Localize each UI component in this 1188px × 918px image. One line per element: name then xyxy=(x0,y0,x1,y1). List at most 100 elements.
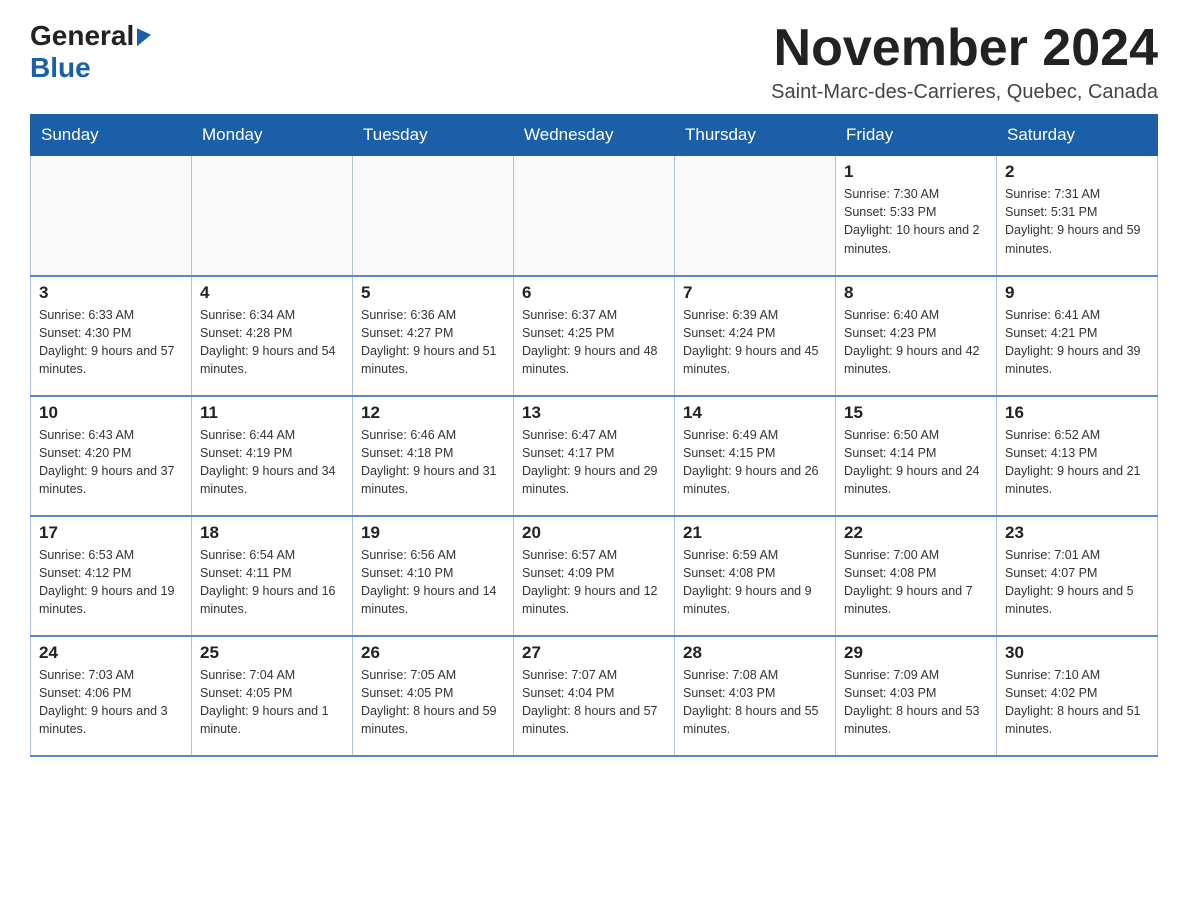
day-info: Sunrise: 6:56 AMSunset: 4:10 PMDaylight:… xyxy=(361,546,505,619)
day-info: Sunrise: 6:57 AMSunset: 4:09 PMDaylight:… xyxy=(522,546,666,619)
calendar-cell: 20Sunrise: 6:57 AMSunset: 4:09 PMDayligh… xyxy=(514,516,675,636)
day-info: Sunrise: 6:33 AMSunset: 4:30 PMDaylight:… xyxy=(39,306,183,379)
calendar-cell xyxy=(353,156,514,276)
day-info: Sunrise: 6:36 AMSunset: 4:27 PMDaylight:… xyxy=(361,306,505,379)
subtitle: Saint-Marc-des-Carrieres, Quebec, Canada xyxy=(771,81,1158,104)
day-number: 22 xyxy=(844,523,988,543)
weekday-header-thursday: Thursday xyxy=(675,115,836,156)
day-info: Sunrise: 6:41 AMSunset: 4:21 PMDaylight:… xyxy=(1005,306,1149,379)
day-info: Sunrise: 7:08 AMSunset: 4:03 PMDaylight:… xyxy=(683,666,827,739)
day-number: 18 xyxy=(200,523,344,543)
calendar-cell xyxy=(675,156,836,276)
calendar-cell: 22 Sunrise: 7:00 AMSunset: 4:08 PMDayligh… xyxy=(836,516,997,636)
day-number: 8 xyxy=(844,283,988,303)
day-number: 29 xyxy=(844,643,988,663)
day-number: 21 xyxy=(683,523,827,543)
calendar-cell: 28 Sunrise: 7:08 AMSunset: 4:03 PMDayligh… xyxy=(675,636,836,756)
day-info: Sunrise: 7:00 AMSunset: 4:08 PMDaylight:… xyxy=(844,546,988,619)
calendar-cell xyxy=(514,156,675,276)
title-block: November 2024 Saint-Marc-des-Carrieres, … xyxy=(771,20,1158,104)
calendar-cell: 9 Sunrise: 6:41 AMSunset: 4:21 PMDaylight… xyxy=(997,276,1158,396)
day-number: 13 xyxy=(522,403,666,423)
calendar-cell: 13 Sunrise: 6:47 AMSunset: 4:17 PMDayligh… xyxy=(514,396,675,516)
day-number: 10 xyxy=(39,403,183,423)
day-info: Sunrise: 7:10 AMSunset: 4:02 PMDaylight:… xyxy=(1005,666,1149,739)
calendar-cell: 6 Sunrise: 6:37 AMSunset: 4:25 PMDaylight… xyxy=(514,276,675,396)
calendar-cell: 4 Sunrise: 6:34 AMSunset: 4:28 PMDaylight… xyxy=(192,276,353,396)
day-number: 9 xyxy=(1005,283,1149,303)
logo: General Blue xyxy=(30,20,151,84)
calendar-cell: 3Sunrise: 6:33 AMSunset: 4:30 PMDaylight… xyxy=(31,276,192,396)
day-info: Sunrise: 6:49 AMSunset: 4:15 PMDaylight:… xyxy=(683,426,827,499)
calendar-cell: 23Sunrise: 7:01 AMSunset: 4:07 PMDayligh… xyxy=(997,516,1158,636)
day-info: Sunrise: 6:40 AMSunset: 4:23 PMDaylight:… xyxy=(844,306,988,379)
day-number: 6 xyxy=(522,283,666,303)
day-info: Sunrise: 7:04 AMSunset: 4:05 PMDaylight:… xyxy=(200,666,344,739)
day-info: Sunrise: 6:59 AMSunset: 4:08 PMDaylight:… xyxy=(683,546,827,619)
calendar-cell: 2 Sunrise: 7:31 AMSunset: 5:31 PMDaylight… xyxy=(997,156,1158,276)
day-number: 17 xyxy=(39,523,183,543)
day-info: Sunrise: 7:09 AMSunset: 4:03 PMDaylight:… xyxy=(844,666,988,739)
weekday-header-wednesday: Wednesday xyxy=(514,115,675,156)
day-number: 27 xyxy=(522,643,666,663)
day-info: Sunrise: 6:47 AMSunset: 4:17 PMDaylight:… xyxy=(522,426,666,499)
calendar-cell: 26 Sunrise: 7:05 AMSunset: 4:05 PMDayligh… xyxy=(353,636,514,756)
day-info: Sunrise: 6:39 AMSunset: 4:24 PMDaylight:… xyxy=(683,306,827,379)
calendar-cell: 25 Sunrise: 7:04 AMSunset: 4:05 PMDayligh… xyxy=(192,636,353,756)
weekday-header-friday: Friday xyxy=(836,115,997,156)
calendar-cell: 10 Sunrise: 6:43 AMSunset: 4:20 PMDayligh… xyxy=(31,396,192,516)
day-number: 24 xyxy=(39,643,183,663)
calendar-cell: 18 Sunrise: 6:54 AMSunset: 4:11 PMDayligh… xyxy=(192,516,353,636)
day-number: 26 xyxy=(361,643,505,663)
weekday-header-tuesday: Tuesday xyxy=(353,115,514,156)
day-info: Sunrise: 7:31 AMSunset: 5:31 PMDaylight:… xyxy=(1005,185,1149,258)
calendar-week-row: 24 Sunrise: 7:03 AMSunset: 4:06 PMDayligh… xyxy=(31,636,1158,756)
calendar-week-row: 1 Sunrise: 7:30 AMSunset: 5:33 PMDaylight… xyxy=(31,156,1158,276)
day-number: 14 xyxy=(683,403,827,423)
day-info: Sunrise: 6:53 AMSunset: 4:12 PMDaylight:… xyxy=(39,546,183,619)
logo-flag-icon xyxy=(137,26,151,46)
calendar-cell: 7 Sunrise: 6:39 AMSunset: 4:24 PMDaylight… xyxy=(675,276,836,396)
logo-general-text: General xyxy=(30,20,134,52)
day-info: Sunrise: 7:03 AMSunset: 4:06 PMDaylight:… xyxy=(39,666,183,739)
day-info: Sunrise: 7:05 AMSunset: 4:05 PMDaylight:… xyxy=(361,666,505,739)
day-info: Sunrise: 7:07 AMSunset: 4:04 PMDaylight:… xyxy=(522,666,666,739)
day-number: 12 xyxy=(361,403,505,423)
header: General Blue November 2024 Saint-Marc-de… xyxy=(30,20,1158,104)
day-info: Sunrise: 6:44 AMSunset: 4:19 PMDaylight:… xyxy=(200,426,344,499)
calendar-cell: 27 Sunrise: 7:07 AMSunset: 4:04 PMDayligh… xyxy=(514,636,675,756)
day-info: Sunrise: 6:50 AMSunset: 4:14 PMDaylight:… xyxy=(844,426,988,499)
day-number: 30 xyxy=(1005,643,1149,663)
day-number: 2 xyxy=(1005,162,1149,182)
calendar-cell: 14 Sunrise: 6:49 AMSunset: 4:15 PMDayligh… xyxy=(675,396,836,516)
calendar-cell: 5Sunrise: 6:36 AMSunset: 4:27 PMDaylight… xyxy=(353,276,514,396)
day-number: 28 xyxy=(683,643,827,663)
calendar-week-row: 3Sunrise: 6:33 AMSunset: 4:30 PMDaylight… xyxy=(31,276,1158,396)
calendar-cell: 29 Sunrise: 7:09 AMSunset: 4:03 PMDayligh… xyxy=(836,636,997,756)
weekday-header-saturday: Saturday xyxy=(997,115,1158,156)
day-info: Sunrise: 6:43 AMSunset: 4:20 PMDaylight:… xyxy=(39,426,183,499)
calendar-week-row: 17 Sunrise: 6:53 AMSunset: 4:12 PMDayligh… xyxy=(31,516,1158,636)
calendar-cell xyxy=(192,156,353,276)
day-info: Sunrise: 6:37 AMSunset: 4:25 PMDaylight:… xyxy=(522,306,666,379)
day-info: Sunrise: 7:01 AMSunset: 4:07 PMDaylight:… xyxy=(1005,546,1149,619)
day-number: 11 xyxy=(200,403,344,423)
main-title: November 2024 xyxy=(771,20,1158,77)
day-number: 1 xyxy=(844,162,988,182)
day-number: 4 xyxy=(200,283,344,303)
day-info: Sunrise: 6:46 AMSunset: 4:18 PMDaylight:… xyxy=(361,426,505,499)
day-info: Sunrise: 6:54 AMSunset: 4:11 PMDaylight:… xyxy=(200,546,344,619)
logo-blue-text: Blue xyxy=(30,52,91,84)
calendar-cell: 17 Sunrise: 6:53 AMSunset: 4:12 PMDayligh… xyxy=(31,516,192,636)
calendar-cell: 30 Sunrise: 7:10 AMSunset: 4:02 PMDayligh… xyxy=(997,636,1158,756)
day-number: 16 xyxy=(1005,403,1149,423)
day-number: 7 xyxy=(683,283,827,303)
day-info: Sunrise: 6:34 AMSunset: 4:28 PMDaylight:… xyxy=(200,306,344,379)
weekday-header-monday: Monday xyxy=(192,115,353,156)
calendar-cell: 8 Sunrise: 6:40 AMSunset: 4:23 PMDaylight… xyxy=(836,276,997,396)
day-info: Sunrise: 7:30 AMSunset: 5:33 PMDaylight:… xyxy=(844,185,988,258)
calendar-table: SundayMondayTuesdayWednesdayThursdayFrid… xyxy=(30,114,1158,757)
calendar-cell: 11 Sunrise: 6:44 AMSunset: 4:19 PMDayligh… xyxy=(192,396,353,516)
day-number: 25 xyxy=(200,643,344,663)
day-number: 19 xyxy=(361,523,505,543)
